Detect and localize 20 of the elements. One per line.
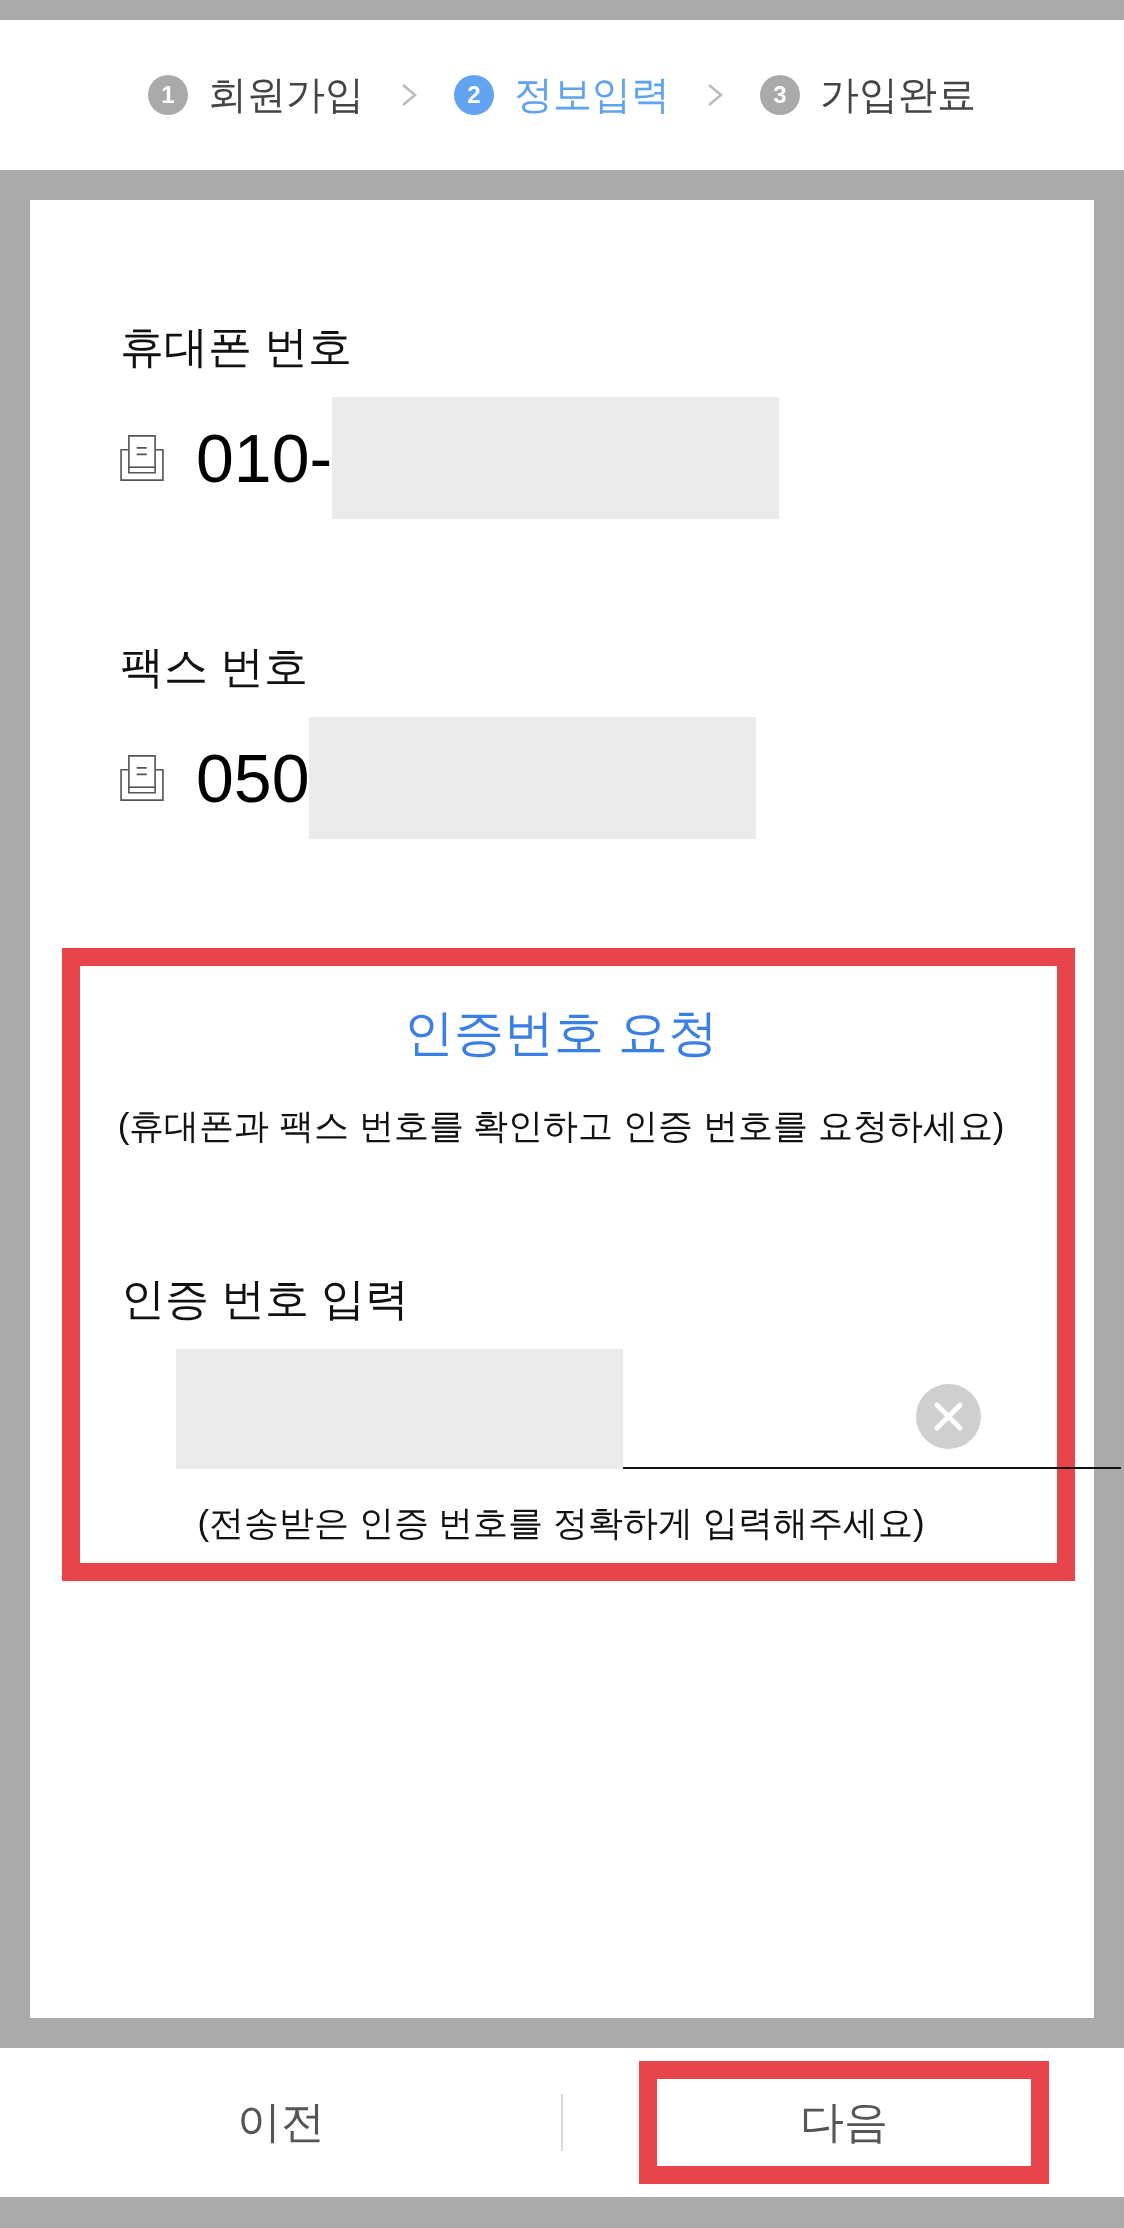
printer-icon [120, 755, 164, 801]
step-label: 회원가입 [208, 72, 364, 118]
field-label: 인증 번호 입력 [120, 1273, 411, 1325]
next-button[interactable]: 다음 [638, 2061, 1049, 2184]
step-label: 정보입력 [514, 72, 670, 118]
hint-text: (전송받은 인증 번호를 정확하게 입력해주세요) [196, 1502, 926, 1544]
field-label: 휴대폰 번호 [120, 321, 354, 373]
chevron-icon [707, 83, 723, 107]
step-label: 가입완료 [820, 72, 976, 118]
request-code-button[interactable]: 인증번호 요청 [404, 1003, 718, 1063]
step-number: 3 [760, 75, 800, 115]
step-number: 1 [148, 75, 188, 115]
number-value: 010- [196, 419, 333, 498]
step-number: 2 [454, 75, 494, 115]
code-input-field[interactable] [176, 1349, 1121, 1469]
chevron-icon [401, 83, 417, 107]
printer-icon [120, 435, 164, 481]
field-label: 팩스 번호 [120, 641, 310, 693]
number-value: 050 [196, 739, 310, 818]
instruction-text: (휴대폰과 팩스 번호를 확인하고 인증 번호를 요청하세요) [116, 1105, 1006, 1147]
